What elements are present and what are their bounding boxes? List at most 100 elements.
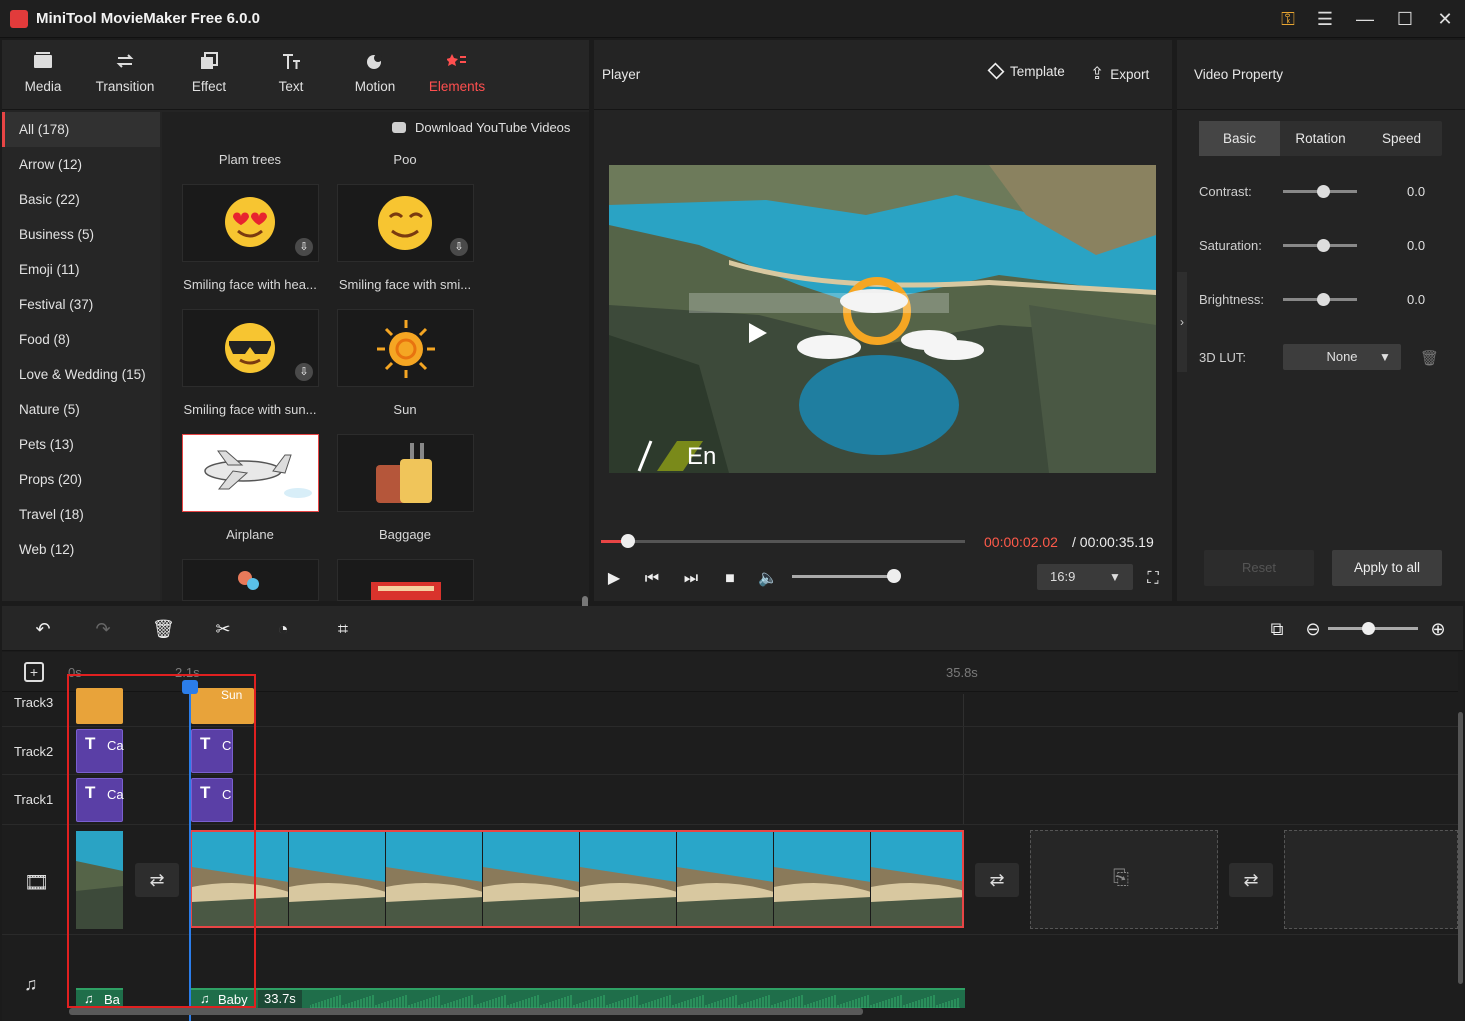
transition-slot-icon[interactable]: ⇄ [975,863,1019,897]
brightness-value: 0.0 [1407,292,1426,307]
brightness-knob[interactable] [1317,293,1330,306]
redo-icon[interactable]: ↷ [92,618,114,640]
fullscreen-icon[interactable]: ⛶ [1142,568,1164,590]
minimize-button[interactable]: — [1354,8,1376,30]
main-video-clip[interactable] [190,830,964,928]
fit-zoom-icon[interactable]: ⧉ [1266,618,1288,640]
horizontal-scrollbar[interactable] [69,1008,863,1015]
contrast-slider[interactable] [1283,185,1357,198]
zoom-out-icon[interactable]: ⊖ [1302,618,1324,640]
add-track-icon[interactable]: + [24,662,44,682]
category-item[interactable]: Web (12) [2,532,160,567]
saturation-knob[interactable] [1317,239,1330,252]
category-item[interactable]: Arrow (12) [2,147,160,182]
media-drop-zone[interactable]: ⎘ [1030,830,1218,929]
menu-icon[interactable]: ☰ [1314,8,1336,30]
delete-icon[interactable]: 🗑 [152,618,175,640]
element-label: Airplane [226,527,274,542]
saturation-slider[interactable] [1283,239,1357,252]
vertical-scrollbar[interactable] [1458,712,1463,984]
category-item[interactable]: Love & Wedding (15) [2,357,160,392]
nav-motion[interactable]: Motion [334,40,416,110]
filmstrip-frame [386,832,483,926]
download-icon[interactable]: ⇩ [295,363,313,381]
element-sun[interactable] [337,309,474,387]
contrast-knob[interactable] [1317,185,1330,198]
zoom-knob[interactable] [1362,622,1375,635]
download-icon[interactable]: ⇩ [450,238,468,256]
category-item[interactable]: Festival (37) [2,287,160,322]
baggage-icon [376,443,432,503]
category-item[interactable]: Travel (18) [2,497,160,532]
lut-value: None [1326,349,1358,364]
library-nav: Media Transition Effect Text Motion Elem… [2,40,589,110]
split-icon[interactable]: ✂ [212,618,234,640]
template-label: Template [1010,64,1065,79]
elements-grid: Download YouTube Videos Plam trees Poo ⇩… [162,112,589,618]
filmstrip-frame [483,832,580,926]
stop-icon[interactable]: ■ [719,568,741,590]
volume-slider[interactable] [792,575,896,578]
collapse-panel-button[interactable]: › [1177,272,1187,372]
nav-effect[interactable]: Effect [168,40,250,110]
template-button[interactable]: Template [987,62,1065,80]
apply-to-all-button[interactable]: Apply to all [1332,550,1442,586]
brightness-slider[interactable] [1283,293,1357,306]
play-icon[interactable]: ▶ [603,568,625,590]
previous-frame-icon[interactable]: ⏮ [641,568,663,590]
next-frame-icon[interactable]: ⏭ [680,568,702,590]
category-item[interactable]: Nature (5) [2,392,160,427]
crop-icon[interactable]: ⌗ [332,618,354,640]
lut-label: 3D LUT: [1199,350,1246,365]
trash-icon[interactable]: 🗑 [1420,349,1439,367]
nav-elements[interactable]: Elements [416,40,498,110]
category-item[interactable]: Business (5) [2,217,160,252]
nav-media[interactable]: Media [2,40,84,110]
zoom-in-icon[interactable]: ⊕ [1427,618,1449,640]
tab-speed[interactable]: Speed [1361,121,1442,156]
category-item[interactable]: Food (8) [2,322,160,357]
nav-transition[interactable]: Transition [84,40,166,110]
key-icon[interactable]: ⚿ [1277,8,1299,30]
download-youtube-link[interactable]: Download YouTube Videos [415,120,570,135]
video-preview[interactable]: En [609,165,1156,473]
download-icon[interactable]: ⇩ [295,238,313,256]
nav-text[interactable]: Text [250,40,332,110]
undo-icon[interactable]: ↶ [32,618,54,640]
category-item[interactable]: Basic (22) [2,182,160,217]
category-item[interactable]: All (178) [2,112,160,147]
progress-knob[interactable] [621,534,635,548]
track-name: Track2 [14,744,54,759]
volume-icon[interactable]: 🔈 [757,568,779,590]
element-airplane[interactable] [182,434,319,512]
lut-select[interactable]: None ▼ [1283,344,1401,370]
speed-icon[interactable]: ◔ [272,618,294,640]
media-drop-zone[interactable] [1284,830,1458,929]
volume-knob[interactable] [887,569,901,583]
reset-button[interactable]: Reset [1204,550,1314,586]
timeline-toolbar: ↶ ↷ 🗑 ✂ ◔ ⌗ ⧉ ⊖ ⊕ [2,606,1463,651]
category-item[interactable]: Pets (13) [2,427,160,462]
element-balloons[interactable] [182,559,319,601]
brightness-label: Brightness: [1199,292,1265,307]
maximize-button[interactable]: ☐ [1394,8,1416,30]
element-label: Smiling face with sun... [183,402,317,417]
playback-progress[interactable] [601,534,965,548]
media-icon [34,52,52,68]
transition-slot-icon[interactable]: ⇄ [1229,863,1273,897]
track-name: Track3 [14,695,54,710]
element-ticket[interactable] [337,559,474,601]
export-button[interactable]: ⇪ Export [1090,64,1149,84]
element-smiling-eyes[interactable]: ⇩ [337,184,474,262]
category-item[interactable]: Props (20) [2,462,160,497]
element-heart-eyes[interactable]: ⇩ [182,184,319,262]
tab-basic[interactable]: Basic [1199,121,1280,156]
category-item[interactable]: Emoji (11) [2,252,160,287]
player-header: Player Template ⇪ Export [594,40,1172,110]
tab-rotation[interactable]: Rotation [1280,121,1361,156]
element-baggage[interactable] [337,434,474,512]
audio-clip[interactable]: ♫ Baby 33.7s [190,988,965,1008]
element-sunglasses[interactable]: ⇩ [182,309,319,387]
close-button[interactable]: ✕ [1434,8,1456,30]
aspect-ratio-select[interactable]: 16:9 ▼ [1037,564,1133,590]
